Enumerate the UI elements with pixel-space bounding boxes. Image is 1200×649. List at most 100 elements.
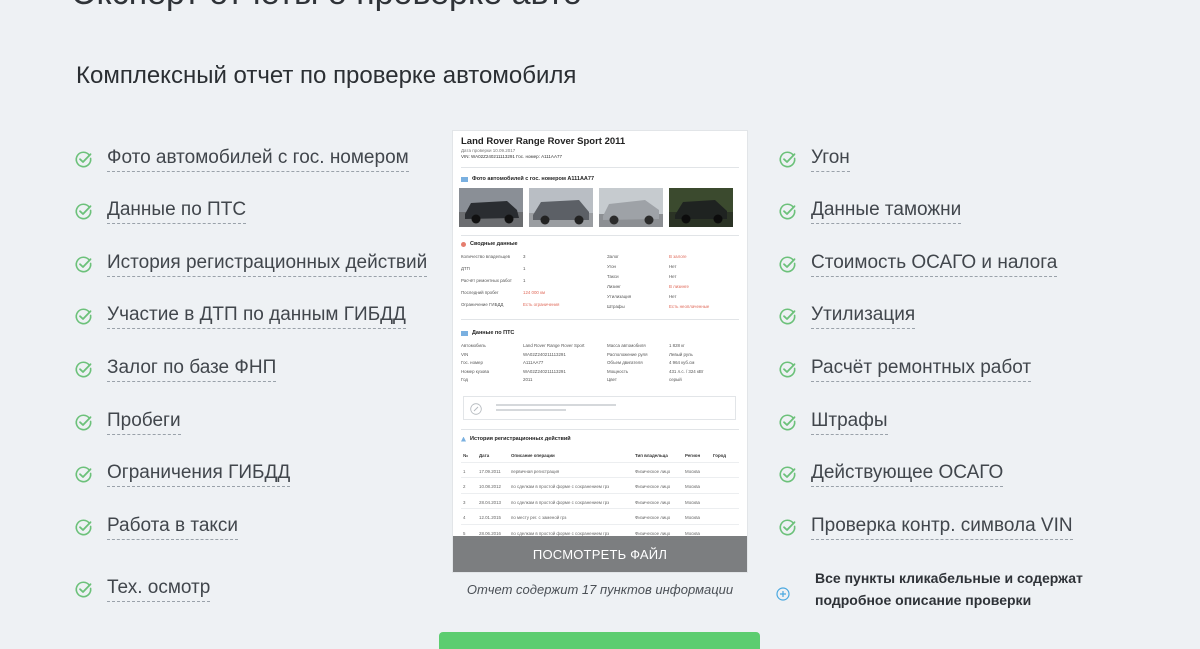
preview-row-key: Номер кузова xyxy=(461,368,490,374)
feature-label[interactable]: Тех. осмотр xyxy=(107,577,211,602)
feature-item[interactable]: Залог по базе ФНП xyxy=(74,357,277,382)
history-cell: 5 xyxy=(463,530,466,536)
preview-row-key: Объем двигателя xyxy=(607,360,643,365)
history-cell: 12.01.2015 xyxy=(479,515,501,520)
history-header-cell: Регион xyxy=(685,453,701,458)
feature-item[interactable]: Тех. осмотр xyxy=(74,577,211,602)
feature-label[interactable]: Данные таможни xyxy=(811,199,962,224)
section-subtitle: Комплексный отчет по проверке автомобиля xyxy=(76,62,577,89)
preview-row-value: WA02Z240211113291 xyxy=(523,368,566,374)
feature-label[interactable]: Действующее ОСАГО xyxy=(811,462,1004,487)
preview-row-value: Нет xyxy=(669,264,677,269)
feature-item[interactable]: Фото автомобилей с гос. номером xyxy=(74,147,409,172)
feature-item[interactable]: Ограничения ГИБДД xyxy=(74,462,291,487)
preview-row-value: 3 xyxy=(523,254,526,259)
view-file-button[interactable]: ПОСМОТРЕТЬ ФАЙЛ xyxy=(453,536,747,572)
feature-label[interactable]: Данные по ПТС xyxy=(107,199,247,224)
preview-row-key: Год xyxy=(461,377,468,382)
preview-photos-heading: Фото автомобилей с гос. номером А111АА77 xyxy=(461,176,594,182)
preview-row-key: Расположение руля xyxy=(607,351,648,357)
preview-row-value: В лизинге xyxy=(669,284,689,289)
history-header-cell: Тип владельца xyxy=(635,453,668,458)
preview-summary-heading: Сводные данные xyxy=(461,241,518,247)
preview-row-value: Нет xyxy=(669,294,677,299)
feature-item[interactable]: Угон xyxy=(778,147,850,172)
check-circle-icon xyxy=(75,256,92,273)
history-cell: Москва xyxy=(685,515,700,520)
feature-item[interactable]: Проверка контр. символа VIN xyxy=(778,515,1073,540)
feature-label[interactable]: История регистрационных действий xyxy=(107,252,428,277)
history-cell: Москва xyxy=(685,484,700,489)
car-photo-4 xyxy=(669,188,733,227)
preview-row-value: А111АА77 xyxy=(523,360,544,365)
preview-row-value: В залоге xyxy=(669,254,687,259)
feature-label[interactable]: Работа в такси xyxy=(107,515,239,540)
feature-label[interactable]: Фото автомобилей с гос. номером xyxy=(107,147,409,172)
history-header-row: № Дата Описание операции Тип владельца Регио… xyxy=(461,447,739,463)
feature-item[interactable]: Действующее ОСАГО xyxy=(778,462,1004,487)
preview-row-value: Нет xyxy=(669,274,677,279)
preview-row-key: Гос. номер xyxy=(461,360,483,365)
check-circle-icon xyxy=(779,151,796,168)
feature-item[interactable]: Данные по ПТС xyxy=(74,199,247,224)
preview-title: Land Rover Range Rover Sport 2011 xyxy=(461,136,626,147)
preview-row-key: Расчёт ремонтных работ xyxy=(461,278,512,283)
history-cell: по сделкам в простой форме с сохранением… xyxy=(511,484,610,489)
preview-row-value: 431 л.с. / 324 кВт xyxy=(669,368,704,374)
preview-row-key: Такси xyxy=(607,274,619,279)
car-photo-1 xyxy=(459,188,523,227)
history-cell: 10.08.2012 xyxy=(479,484,501,489)
feature-label[interactable]: Участие в ДТП по данным ГИБДД xyxy=(107,304,406,329)
feature-label[interactable]: Проверка контр. символа VIN xyxy=(811,515,1073,540)
preview-row-key: ДТП xyxy=(461,266,470,271)
history-cell: 28.04.2013 xyxy=(479,499,501,505)
feature-item[interactable]: Работа в такси xyxy=(74,515,239,540)
feature-item[interactable]: Стоимость ОСАГО и налога xyxy=(778,252,1058,277)
preview-row-value: Land Rover Range Rover Sport xyxy=(523,343,585,348)
history-cell: Москва xyxy=(685,530,700,536)
history-cell: 4 xyxy=(463,515,466,520)
preview-row-value: Есть неоплаченные xyxy=(669,304,710,309)
check-circle-icon xyxy=(779,466,796,483)
feature-label[interactable]: Пробеги xyxy=(107,410,181,435)
check-circle-icon xyxy=(779,256,796,273)
preview-vin: VIN: WA02Z240211113291 Гос. номер: А111А… xyxy=(461,154,562,159)
feature-item[interactable]: Данные таможни xyxy=(778,199,962,224)
check-circle-icon xyxy=(75,151,92,168)
preview-row-value: Есть ограничения xyxy=(523,302,560,307)
feature-item[interactable]: Расчёт ремонтных работ xyxy=(778,357,1032,382)
feature-label[interactable]: Угон xyxy=(811,147,850,172)
feature-label[interactable]: Залог по базе ФНП xyxy=(107,357,277,382)
feature-label[interactable]: Штрафы xyxy=(811,410,888,435)
report-preview[interactable]: Land Rover Range Rover Sport 2011 Дата п… xyxy=(453,131,747,572)
feature-label[interactable]: Ограничения ГИБДД xyxy=(107,462,291,487)
car-photo-2 xyxy=(529,188,593,227)
history-table: № Дата Описание операции Тип владельца Регио… xyxy=(461,447,739,540)
history-cell: Москва xyxy=(685,499,700,505)
feature-item[interactable]: История регистрационных действий xyxy=(74,252,428,277)
preview-row-value: 2011 xyxy=(523,377,533,382)
preview-history-heading: История регистрационных действий xyxy=(461,436,571,442)
history-header-cell: Дата xyxy=(479,453,490,458)
feature-label[interactable]: Расчёт ремонтных работ xyxy=(811,357,1032,382)
history-row: 4 12.01.2015 по месту рег. с заменой грз Фи… xyxy=(461,509,739,525)
check-circle-icon xyxy=(75,581,92,598)
history-header-cell: Описание операции xyxy=(511,453,555,458)
preview-row-key: Количество владельцев xyxy=(461,254,510,259)
check-circle-icon xyxy=(779,203,796,220)
preview-row-key: Последний пробег xyxy=(461,290,499,295)
feature-item[interactable]: Штрафы xyxy=(778,410,888,435)
order-report-button[interactable] xyxy=(439,632,760,649)
car-photo-3 xyxy=(599,188,663,227)
feature-label[interactable]: Утилизация xyxy=(811,304,916,329)
preview-row-value: 1 828 кг xyxy=(669,343,685,348)
preview-pts-heading: Данные по ПТС xyxy=(461,330,514,336)
feature-item[interactable]: Пробеги xyxy=(74,410,181,435)
history-cell: по месту рег. с заменой грз xyxy=(511,515,567,520)
feature-item[interactable]: Утилизация xyxy=(778,304,916,329)
feature-label[interactable]: Стоимость ОСАГО и налога xyxy=(811,252,1058,277)
preview-row-key: Лизинг xyxy=(607,284,621,289)
check-circle-icon xyxy=(75,308,92,325)
preview-row-value: 124 000 км xyxy=(523,290,546,295)
feature-item[interactable]: Участие в ДТП по данным ГИБДД xyxy=(74,304,406,329)
